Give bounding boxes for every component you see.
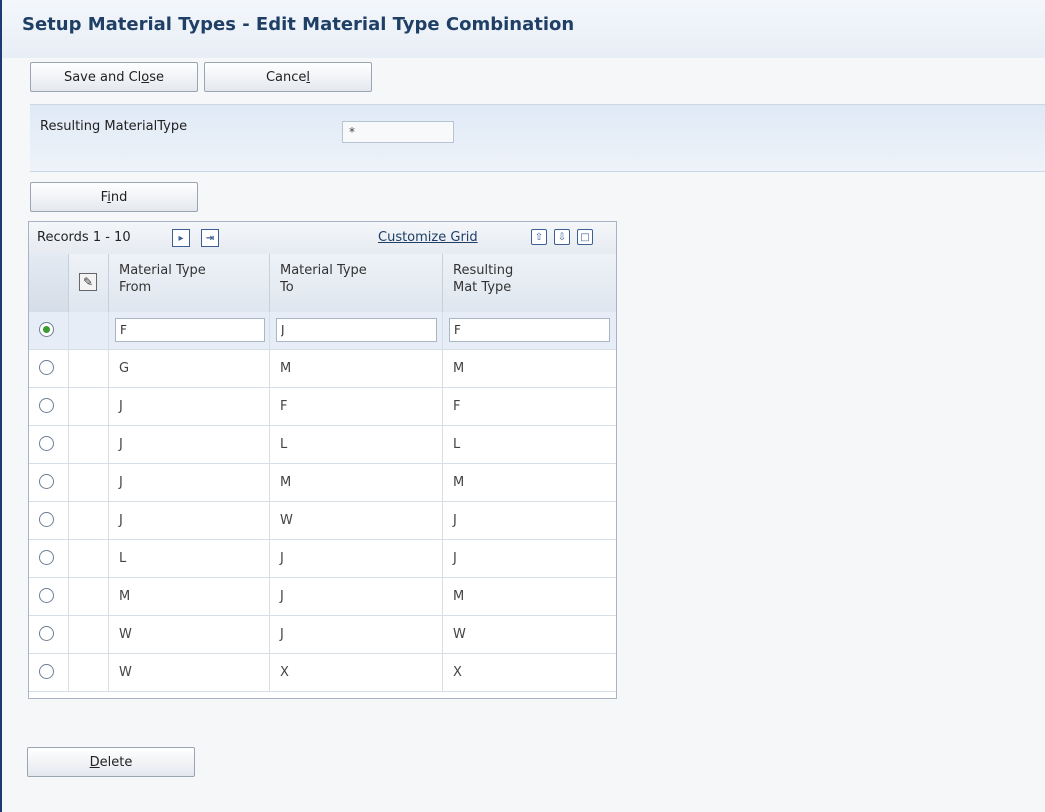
find-label: Find: [100, 189, 128, 205]
row-select-radio[interactable]: [39, 474, 54, 489]
delete-button[interactable]: Delete: [27, 747, 195, 777]
row-select-radio[interactable]: [39, 588, 54, 603]
last-page-icon[interactable]: ⇥: [201, 229, 219, 247]
title-bar: Setup Material Types - Edit Material Typ…: [2, 0, 1045, 58]
result-cell: J: [453, 551, 457, 566]
table-row[interactable]: W J W: [29, 616, 616, 654]
row-select-radio[interactable]: [39, 322, 54, 337]
records-count: Records 1 - 10: [37, 230, 131, 245]
to-cell: X: [270, 654, 443, 691]
grid-header: ✎ Material Type From Material Type To Re…: [29, 254, 616, 313]
table-row[interactable]: J F F: [29, 388, 616, 426]
to-cell: M: [270, 464, 443, 501]
from-input[interactable]: [115, 318, 265, 342]
column-header-from-line2: From: [119, 280, 152, 295]
column-header-result-line1: Resulting: [453, 263, 514, 278]
row-select-radio[interactable]: [39, 664, 54, 679]
save-and-close-button[interactable]: Save and Close: [30, 62, 198, 92]
next-page-icon[interactable]: ▸: [172, 229, 190, 247]
column-header-to-line1: Material Type: [280, 263, 367, 278]
row-select-radio[interactable]: [39, 398, 54, 413]
to-cell: J: [270, 540, 443, 577]
table-row[interactable]: J L L: [29, 426, 616, 464]
to-cell: M: [270, 350, 443, 387]
from-cell: W: [109, 616, 270, 653]
table-row[interactable]: J M M: [29, 464, 616, 502]
material-type-grid: Records 1 - 10 ▸ ⇥ Customize Grid ⇧ ⇩ □ …: [28, 221, 617, 699]
to-cell: F: [270, 388, 443, 425]
find-button[interactable]: Find: [30, 182, 198, 212]
row-select-radio[interactable]: [39, 360, 54, 375]
from-cell: M: [109, 578, 270, 615]
to-input[interactable]: [276, 318, 437, 342]
result-cell: J: [453, 513, 457, 528]
cancel-button[interactable]: Cancel: [204, 62, 372, 92]
cancel-label: Cancel: [265, 69, 311, 85]
result-cell: X: [453, 665, 462, 680]
from-cell: J: [109, 388, 270, 425]
result-cell: M: [453, 475, 465, 490]
grid-toolbar: Records 1 - 10 ▸ ⇥ Customize Grid ⇧ ⇩ □: [29, 222, 616, 255]
delete-label: Delete: [89, 754, 133, 770]
column-header-from-line1: Material Type: [119, 263, 206, 278]
attachment-column-header: ✎: [69, 254, 109, 312]
column-header-result[interactable]: Resulting Mat Type: [443, 254, 616, 312]
maximize-grid-icon[interactable]: □: [577, 229, 593, 245]
import-icon[interactable]: ⇩: [554, 229, 570, 245]
result-cell: L: [453, 437, 461, 452]
row-select-radio[interactable]: [39, 626, 54, 641]
from-cell: J: [109, 426, 270, 463]
from-cell: J: [109, 502, 270, 539]
from-cell: J: [109, 464, 270, 501]
customize-grid-link[interactable]: Customize Grid: [378, 230, 478, 245]
to-cell: J: [270, 578, 443, 615]
from-cell: G: [109, 350, 270, 387]
result-cell: M: [453, 361, 465, 376]
table-row[interactable]: W X X: [29, 654, 616, 692]
row-select-radio[interactable]: [39, 512, 54, 527]
resulting-material-type-label: Resulting MaterialType: [40, 119, 188, 134]
filter-panel: Resulting MaterialType: [30, 104, 1045, 172]
row-select-radio[interactable]: [39, 550, 54, 565]
column-header-from[interactable]: Material Type From: [109, 254, 270, 312]
result-cell: W: [453, 627, 466, 642]
page-title: Setup Material Types - Edit Material Typ…: [22, 14, 575, 35]
result-cell: F: [453, 399, 461, 414]
column-header-to[interactable]: Material Type To: [270, 254, 443, 312]
from-cell: W: [109, 654, 270, 691]
column-header-result-line2: Mat Type: [453, 280, 512, 295]
row-select-radio[interactable]: [39, 436, 54, 451]
to-cell: J: [270, 616, 443, 653]
table-row[interactable]: M J M: [29, 578, 616, 616]
attachment-icon[interactable]: ✎: [79, 273, 97, 291]
select-column-header: [29, 254, 69, 312]
save-and-close-label: Save and Close: [63, 69, 165, 85]
table-row[interactable]: [29, 312, 616, 350]
table-row[interactable]: G M M: [29, 350, 616, 388]
result-input[interactable]: [449, 318, 610, 342]
table-row[interactable]: J W J: [29, 502, 616, 540]
column-header-to-line2: To: [280, 280, 294, 295]
to-cell: W: [270, 502, 443, 539]
from-cell: L: [109, 540, 270, 577]
window-left-border: [0, 0, 2, 812]
resulting-material-type-input[interactable]: [342, 121, 454, 143]
table-row[interactable]: L J J: [29, 540, 616, 578]
to-cell: L: [270, 426, 443, 463]
result-cell: M: [453, 589, 465, 604]
export-icon[interactable]: ⇧: [531, 229, 547, 245]
